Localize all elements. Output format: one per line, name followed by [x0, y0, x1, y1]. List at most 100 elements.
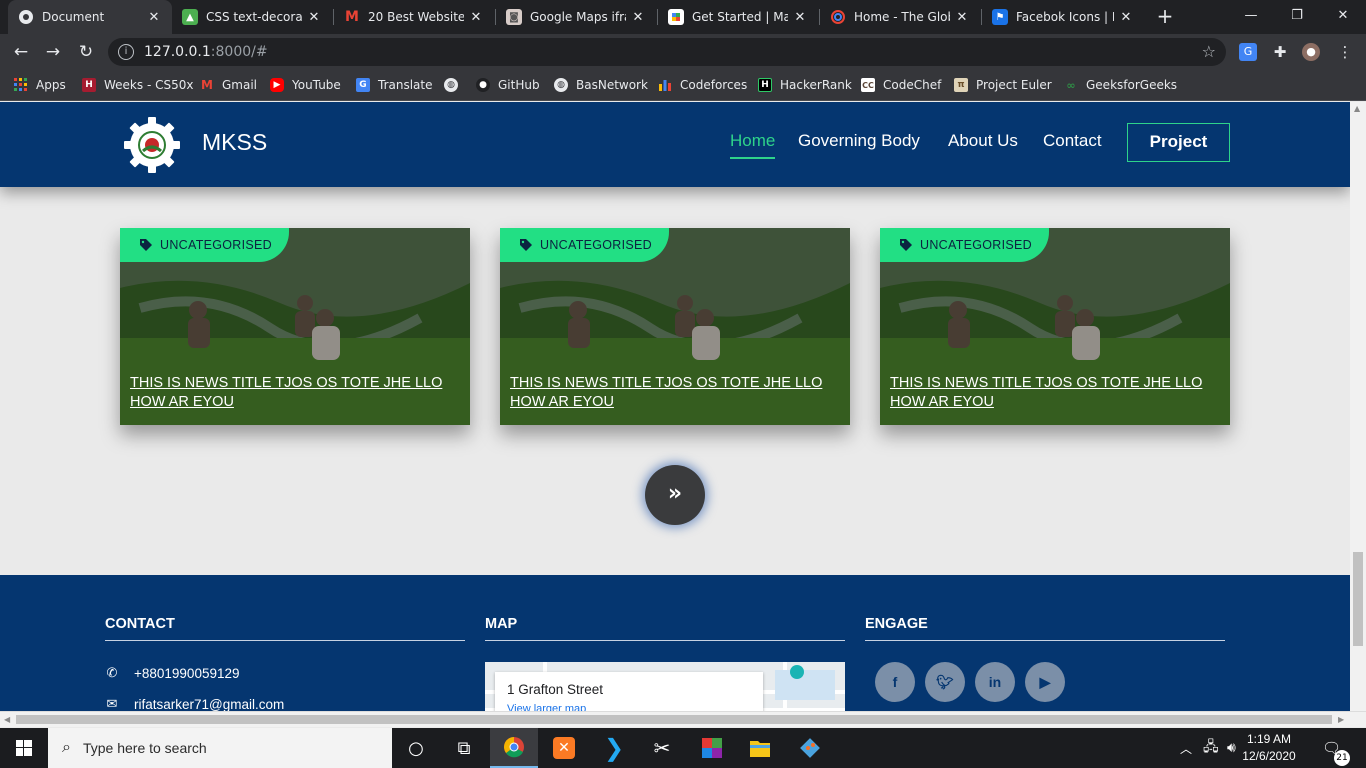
tab-close-icon[interactable]: ✕ — [146, 10, 162, 25]
news-title-link[interactable]: THIS IS NEWS TITLE TJOS OS TOTE JHE LLO … — [510, 374, 845, 412]
nav-governing-body[interactable]: Governing Body — [798, 131, 920, 151]
tab-best-website[interactable]: M 20 Best Website Fo ✕ — [334, 0, 494, 34]
tab-close-icon[interactable]: ✕ — [468, 10, 484, 25]
back-button[interactable]: ← — [8, 40, 34, 64]
restore-button[interactable]: ❐ — [1274, 0, 1320, 32]
tab-close-icon[interactable]: ✕ — [1118, 10, 1134, 25]
bookmark-project-euler[interactable]: π Project Euler — [954, 76, 1052, 94]
twitter-icon[interactable]: 🐦︎ — [925, 662, 965, 702]
bookmark-codechef[interactable]: CC CodeChef — [861, 76, 941, 94]
bookmark-codeforces[interactable]: Codeforces — [658, 76, 747, 94]
project-button[interactable]: Project — [1127, 123, 1230, 162]
tab-close-icon[interactable]: ✕ — [306, 10, 322, 25]
winrar-icon[interactable] — [688, 728, 736, 768]
footer-phone[interactable]: ✆ +8801990059129 — [105, 665, 240, 681]
file-explorer-icon[interactable] — [736, 728, 784, 768]
tab-get-started-maps[interactable]: Get Started | Map ✕ — [658, 0, 818, 34]
bookmark-cs50x[interactable]: H Weeks - CS50x — [82, 76, 193, 94]
system-clock[interactable]: 1:19 AM 12/6/2020 — [1222, 731, 1316, 765]
url-host: 127.0.0.1 — [144, 44, 211, 60]
clock-time: 1:19 AM — [1246, 732, 1292, 746]
category-tag[interactable]: UNCATEGORISED — [880, 228, 1049, 262]
bookmark-translate[interactable]: G Translate — [356, 76, 433, 94]
minimize-button[interactable]: — — [1228, 0, 1274, 32]
vertical-scroll-thumb[interactable] — [1353, 552, 1363, 646]
search-icon: ⌕ — [62, 739, 71, 756]
more-news-button[interactable]: » — [645, 465, 705, 525]
horizontal-scrollbar[interactable]: ◀ ▶ — [0, 711, 1366, 727]
news-card[interactable]: UNCATEGORISED THIS IS NEWS TITLE TJOS OS… — [500, 228, 850, 425]
vscode-icon[interactable]: ❯ — [590, 728, 638, 768]
bookmarks-bar: Apps H Weeks - CS50x M Gmail ▶ YouTube G Tra… — [0, 70, 1366, 101]
clock-date: 12/6/2020 — [1242, 749, 1296, 763]
show-hidden-icons[interactable]: ︿ — [1180, 728, 1192, 768]
taskbar-search-box[interactable]: ⌕ Type here to search — [48, 728, 392, 768]
task-view-icon[interactable]: ⧉ — [440, 728, 488, 768]
nav-about-us[interactable]: About Us — [948, 131, 1018, 151]
flag-icon: ⚑ — [992, 9, 1008, 25]
network-icon[interactable]: 🖧︎ — [1203, 728, 1219, 768]
tab-title: Google Maps ifran — [530, 10, 626, 24]
news-card[interactable]: UNCATEGORISED THIS IS NEWS TITLE TJOS OS… — [880, 228, 1230, 425]
action-center-icon[interactable]: 🗨︎ 21 — [1322, 728, 1350, 768]
scroll-left-arrow-icon[interactable]: ◀ — [4, 715, 10, 724]
vertical-scrollbar[interactable]: ▲ — [1350, 102, 1366, 711]
tab-home-the-global[interactable]: Home - The Globa ✕ — [820, 0, 980, 34]
linkedin-icon[interactable]: in — [975, 662, 1015, 702]
git-icon[interactable] — [786, 728, 834, 768]
view-larger-map-link[interactable]: View larger map — [507, 703, 751, 711]
footer-engage-heading: ENGAGE — [865, 616, 1225, 641]
nav-home[interactable]: Home — [730, 131, 776, 159]
close-window-button[interactable]: ✕ — [1320, 0, 1366, 32]
extensions-puzzle-icon[interactable]: ✚ — [1271, 43, 1289, 61]
tab-close-icon[interactable]: ✕ — [954, 10, 970, 25]
news-card[interactable]: UNCATEGORISED THIS IS NEWS TITLE TJOS OS… — [120, 228, 470, 425]
browser-menu-icon[interactable]: ⋮ — [1336, 43, 1354, 61]
bookmark-basnetwork[interactable]: ◍ BasNetwork — [554, 76, 648, 94]
bookmark-star-icon[interactable]: ☆ — [1202, 42, 1216, 61]
tab-close-icon[interactable]: ✕ — [792, 10, 808, 25]
category-label: UNCATEGORISED — [160, 238, 273, 252]
embedded-map[interactable]: 1 Grafton Street View larger map — [485, 662, 845, 711]
facebook-icon[interactable]: f — [875, 662, 915, 702]
bookmark-gmail[interactable]: M Gmail — [200, 76, 257, 94]
bookmark-label: Gmail — [222, 78, 258, 92]
youtube-icon[interactable]: ▶ — [1025, 662, 1065, 702]
forward-button[interactable]: → — [40, 40, 66, 64]
scroll-right-arrow-icon[interactable]: ▶ — [1338, 715, 1344, 724]
chrome-taskbar-icon[interactable] — [490, 728, 538, 768]
bookmark-geeksforgeeks[interactable]: ∞ GeeksforGeeks — [1064, 76, 1177, 94]
new-tab-button[interactable]: + — [1154, 4, 1176, 28]
tab-close-icon[interactable]: ✕ — [630, 10, 646, 25]
tab-google-maps-iframe[interactable]: ◙ Google Maps ifran ✕ — [496, 0, 656, 34]
horizontal-scroll-thumb[interactable] — [16, 715, 1332, 724]
start-button[interactable] — [0, 728, 48, 768]
footer-email[interactable]: ✉ rifatsarker71@gmail.com — [105, 696, 285, 711]
news-title-link[interactable]: THIS IS NEWS TITLE TJOS OS TOTE JHE LLO … — [130, 374, 465, 412]
xampp-icon[interactable]: ✕ — [540, 728, 588, 768]
brand-name[interactable]: MKSS — [202, 129, 267, 156]
nav-contact[interactable]: Contact — [1043, 131, 1102, 151]
tab-facebook-icons[interactable]: ⚑ Facebok Icons | Fo ✕ — [982, 0, 1144, 34]
profile-avatar[interactable]: ● — [1302, 43, 1320, 61]
category-tag[interactable]: UNCATEGORISED — [120, 228, 289, 262]
snipping-tool-icon[interactable]: ✂ — [638, 728, 686, 768]
reload-button[interactable]: ↻ — [73, 40, 99, 64]
bookmark-apps[interactable]: Apps — [14, 76, 66, 94]
bookmark-youtube[interactable]: ▶ YouTube — [270, 76, 341, 94]
site-info-icon[interactable]: i — [118, 44, 134, 60]
bookmark-github[interactable]: ● GitHub — [476, 76, 540, 94]
bookmark-globe[interactable]: ◍ — [444, 76, 466, 94]
chrome-icon — [18, 9, 34, 25]
category-tag[interactable]: UNCATEGORISED — [500, 228, 669, 262]
scroll-up-arrow-icon[interactable]: ▲ — [1354, 104, 1360, 113]
news-title-link[interactable]: THIS IS NEWS TITLE TJOS OS TOTE JHE LLO … — [890, 374, 1225, 412]
bookmark-label: BasNetwork — [576, 78, 648, 92]
cortana-icon[interactable]: ○ — [392, 728, 440, 768]
address-bar[interactable]: i 127.0.0.1:8000/# ☆ — [108, 38, 1226, 66]
bookmark-hackerrank[interactable]: H HackerRank — [758, 76, 852, 94]
tab-document[interactable]: Document ✕ — [8, 0, 172, 34]
mkss-logo-gear-icon[interactable] — [122, 115, 182, 175]
translate-extension-icon[interactable]: G — [1239, 43, 1257, 61]
tab-css-text-decoration[interactable]: ▲ CSS text-decoratio ✕ — [172, 0, 332, 34]
